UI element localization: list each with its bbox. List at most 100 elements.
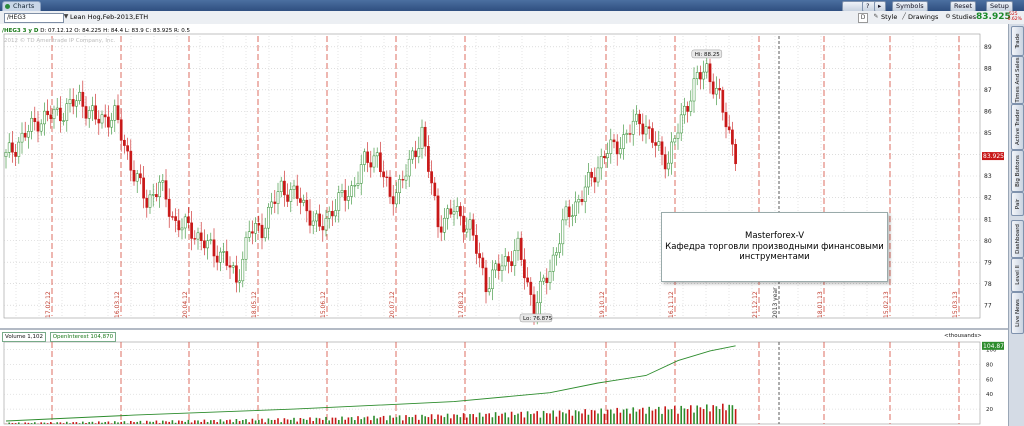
- volume-legend[interactable]: Volume 1,102: [2, 332, 46, 342]
- candle-body: [295, 185, 299, 199]
- volume-bar: [357, 416, 359, 424]
- candle-body: [318, 213, 321, 227]
- volume-bar: [293, 417, 295, 424]
- side-tab-active-trader[interactable]: Active Trader: [1011, 104, 1024, 150]
- volume-bar: [280, 422, 282, 424]
- volume-bar: [578, 411, 580, 424]
- volume-bar: [651, 410, 654, 424]
- candle-body: [587, 172, 590, 188]
- candle-body: [577, 199, 581, 203]
- candle-body: [481, 257, 485, 269]
- candle-body: [299, 198, 302, 203]
- volume-bar: [120, 421, 122, 424]
- side-tab-times-and-sales[interactable]: Times And Sales: [1011, 56, 1024, 104]
- volume-bar: [574, 410, 577, 424]
- change-percent: -0.62%: [1006, 17, 1022, 22]
- candle-body: [382, 171, 385, 178]
- candle-body: [129, 150, 133, 171]
- candle-body: [523, 259, 526, 279]
- candle-body: [244, 237, 248, 260]
- side-tab-trade[interactable]: Trade: [1011, 26, 1024, 56]
- candle-body: [484, 267, 488, 293]
- candle-body: [263, 227, 267, 239]
- volume-bar: [270, 419, 273, 424]
- volume-bar: [306, 419, 308, 424]
- volume-bar: [184, 421, 186, 424]
- side-tab-live-news[interactable]: Live News: [1011, 292, 1024, 334]
- volume-bar: [475, 417, 478, 424]
- x-tick-label: 17.08.12: [458, 291, 465, 318]
- candle-body: [305, 199, 309, 212]
- volume-bar: [190, 422, 193, 424]
- candle-body: [174, 216, 177, 221]
- candle-body: [436, 195, 440, 228]
- candle-body: [46, 110, 49, 116]
- volume-bar: [181, 420, 183, 424]
- candle-body: [667, 162, 670, 170]
- volume-bar: [715, 406, 718, 424]
- volume-bar: [670, 409, 673, 424]
- volume-bar: [251, 418, 254, 424]
- y-tick-label: 78: [984, 281, 992, 288]
- volume-bar: [661, 413, 663, 424]
- volume-bar: [82, 421, 84, 424]
- side-tab-dashboard[interactable]: Dashboard: [1011, 220, 1024, 258]
- side-tab-level-ii[interactable]: Level II: [1011, 258, 1024, 292]
- candle-body: [356, 183, 360, 186]
- x-tick-label: 15.03.13: [952, 291, 959, 318]
- candle-body: [622, 134, 625, 149]
- candle-body: [27, 131, 30, 138]
- volume-bar: [584, 409, 586, 424]
- volume-bar: [466, 417, 468, 424]
- candle-body: [407, 158, 411, 177]
- volume-bar: [158, 423, 161, 424]
- candle-body: [660, 141, 664, 155]
- volume-bar: [88, 422, 90, 424]
- volume-bar: [226, 420, 228, 424]
- volume-bar: [581, 413, 583, 424]
- volume-bar: [386, 420, 388, 424]
- volume-bar: [654, 409, 657, 424]
- candle-body: [721, 89, 725, 113]
- volume-bar: [283, 418, 286, 424]
- candle-body: [465, 228, 469, 233]
- candle-body: [43, 110, 46, 125]
- volume-bar: [354, 420, 356, 424]
- volume-bar: [677, 413, 679, 424]
- volume-bar: [430, 414, 433, 424]
- volume-bar: [206, 421, 209, 424]
- volume-bar: [213, 420, 215, 424]
- side-tab-big-buttons[interactable]: Big Buttons: [1011, 150, 1024, 192]
- candle-body: [267, 206, 270, 229]
- volume-bar: [117, 422, 119, 424]
- volume-bar: [50, 422, 52, 424]
- candle-body: [507, 256, 510, 262]
- candle-body: [555, 252, 558, 256]
- candle-body: [692, 78, 696, 102]
- candle-body: [228, 265, 232, 268]
- volume-bar: [594, 410, 596, 424]
- volume-bar: [501, 413, 503, 424]
- y-tick-label: 88: [984, 66, 992, 73]
- volume-bar: [616, 407, 618, 424]
- volume-bar: [376, 418, 378, 424]
- volume-bar: [318, 418, 321, 424]
- side-tab-pair[interactable]: Pair: [1011, 192, 1024, 216]
- candle-body: [532, 294, 536, 317]
- volume-bar: [405, 415, 407, 424]
- volume-bar: [91, 421, 94, 424]
- candle-body: [183, 216, 187, 229]
- volume-bar: [162, 420, 164, 424]
- candle-body: [391, 196, 395, 205]
- candle-body: [430, 171, 433, 184]
- candle-body: [270, 201, 273, 208]
- candle-body: [155, 194, 158, 198]
- note-line-1: Masterforex-V: [744, 231, 805, 241]
- candle-body: [427, 146, 430, 172]
- candle-body: [727, 126, 731, 131]
- volume-bar: [360, 419, 362, 424]
- candle-body: [119, 119, 123, 141]
- x-tick-label: 19.10.12: [599, 291, 606, 318]
- chart-name-tag[interactable]: /HEG3 3 y D: [2, 28, 38, 34]
- oi-legend[interactable]: OpenInterest 104,870: [49, 332, 117, 342]
